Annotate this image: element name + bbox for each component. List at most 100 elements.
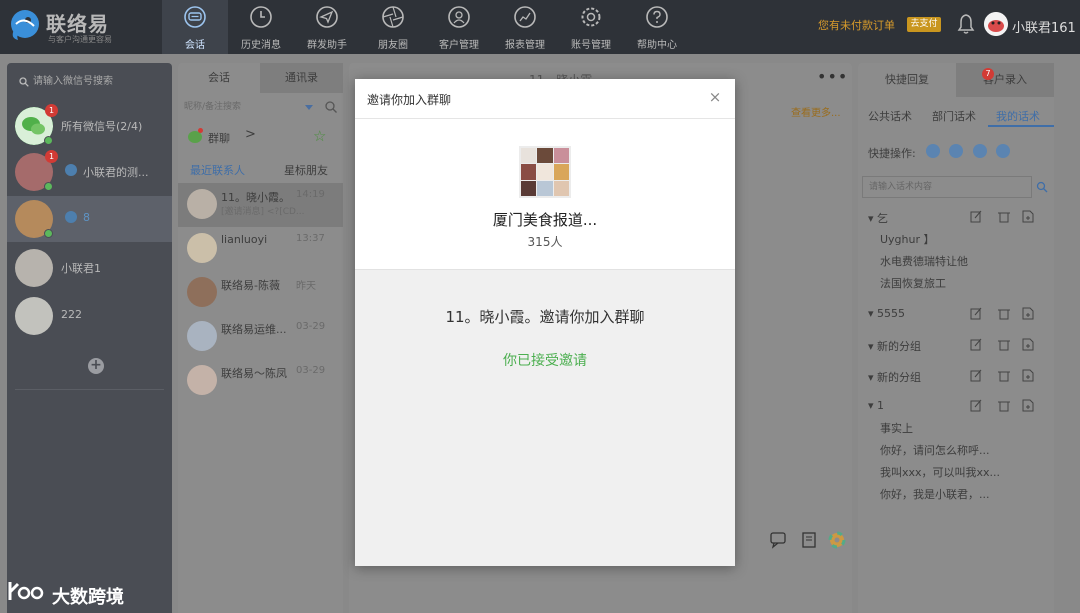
online-dot — [44, 229, 53, 238]
group-chat-label: 群聊 — [208, 132, 230, 145]
tab-contacts[interactable]: 通讯录 — [260, 63, 343, 93]
bell-icon[interactable] — [956, 13, 976, 35]
edit-icon[interactable] — [970, 210, 982, 223]
search-icon[interactable] — [1036, 181, 1048, 193]
star-icon[interactable]: ☆ — [313, 127, 326, 145]
watermark-logo-icon — [8, 582, 44, 600]
online-dot — [44, 136, 53, 145]
script-item[interactable]: 事实上 — [880, 420, 913, 436]
chat-list-item[interactable]: 联络易-陈薇 昨天 — [178, 271, 343, 315]
contact-name: 11。晓小霞。 — [221, 191, 290, 204]
conversation-search-input[interactable]: 昵称/备注搜索 — [180, 97, 320, 117]
contact-avatar — [187, 365, 217, 395]
nav-item-broadcast[interactable]: 群发助手 — [294, 0, 360, 54]
contact-avatar — [187, 277, 217, 307]
edit-note-icon[interactable] — [801, 531, 819, 549]
trash-icon[interactable] — [998, 210, 1010, 223]
script-item[interactable]: 水电费德瑞特让他 — [880, 253, 968, 269]
trash-icon[interactable] — [998, 338, 1010, 351]
nav-item-moments[interactable]: 朋友圈 — [360, 0, 426, 54]
account-label: 小联君1 — [61, 262, 101, 275]
color-wheel-icon[interactable] — [828, 531, 846, 549]
search-icon[interactable] — [324, 100, 338, 114]
chevron-right-icon: > — [245, 127, 256, 142]
account-item-222[interactable]: 222 — [7, 293, 172, 339]
script-item[interactable]: 法国恢复旅工 — [880, 275, 946, 291]
chat-list-item[interactable]: 联络易～陈凤 03-29 — [178, 359, 343, 403]
member-avatar — [537, 164, 553, 180]
add-account-button[interactable]: + — [88, 358, 104, 374]
contact-avatar — [187, 321, 217, 351]
script-group-title[interactable]: ▾ 新的分组 — [868, 338, 921, 354]
tab-department-scripts[interactable]: 部门话术 — [932, 108, 976, 124]
trash-icon[interactable] — [998, 399, 1010, 412]
user-avatar[interactable] — [984, 12, 1008, 36]
nav-item-reports[interactable]: 报表管理 — [492, 0, 558, 54]
add-icon[interactable] — [926, 144, 940, 158]
user-name[interactable]: 小联君161 — [1012, 17, 1076, 36]
nav-item-help[interactable]: 帮助中心 — [624, 0, 690, 54]
more-options-icon[interactable]: ••• — [817, 67, 848, 86]
app-logo[interactable]: 联络易 与客户沟通更容易 — [8, 6, 158, 48]
nav-item-chat[interactable]: 会话 — [162, 0, 228, 54]
member-avatar — [521, 148, 537, 164]
tab-customer-entry[interactable]: 客户录入 — [956, 63, 1054, 97]
chat-list-item[interactable]: 11。晓小霞。 14:19 [邀请消息] <?[CD... — [178, 183, 343, 227]
script-group-title[interactable]: ▾ 1 — [868, 399, 884, 412]
add-file-icon[interactable] — [1022, 210, 1034, 223]
tab-sessions[interactable]: 会话 — [178, 63, 260, 93]
chat-list-item[interactable]: lianluoyi 13:37 — [178, 227, 343, 271]
add-file-icon[interactable] — [1022, 338, 1034, 351]
trash-icon[interactable] — [998, 307, 1010, 320]
nav-label: 朋友圈 — [378, 40, 408, 51]
conversation-tabs: 会话 通讯录 — [178, 63, 343, 93]
paper-plane-icon — [316, 6, 338, 28]
script-item[interactable]: 你好，我是小联君，... — [880, 486, 990, 502]
script-item[interactable]: Uyghur 】 — [880, 231, 935, 247]
tab-recent-contacts[interactable]: 最近联系人 — [190, 162, 245, 178]
account-item-test[interactable]: 1 小联君的测... — [7, 149, 172, 195]
trash-icon[interactable] — [998, 369, 1010, 382]
script-search-input[interactable]: 请输入话术内容 — [862, 176, 1032, 198]
chat-list-item[interactable]: 联络易运维... 03-29 — [178, 315, 343, 359]
dropdown-caret-icon[interactable] — [305, 105, 313, 110]
script-item[interactable]: 你好，请问怎么称呼... — [880, 442, 990, 458]
add-file-icon[interactable] — [1022, 369, 1034, 382]
upload-icon[interactable] — [973, 144, 987, 158]
account-item-all[interactable]: 1 所有微信号(2/4) — [7, 103, 172, 149]
account-search-input[interactable]: 请输入微信号搜索 — [15, 71, 164, 93]
close-icon[interactable]: × — [707, 89, 723, 105]
edit-icon[interactable] — [970, 307, 982, 320]
edit-icon[interactable] — [970, 399, 982, 412]
unpaid-order-notice[interactable]: 您有未付款订单 — [818, 17, 895, 33]
group-chat-row[interactable]: 群聊 > ☆ — [178, 125, 343, 149]
add-file-icon[interactable] — [1022, 399, 1034, 412]
nav-item-accounts[interactable]: 账号管理 — [558, 0, 624, 54]
edit-icon[interactable] — [970, 369, 982, 382]
script-group-title[interactable]: ▾ 乞 — [868, 210, 888, 226]
tab-starred-friends[interactable]: 星标朋友 — [284, 162, 328, 178]
question-icon — [646, 6, 668, 28]
script-item[interactable]: 我叫xxx，可以叫我xx... — [880, 464, 1000, 480]
message-time: 03-29 — [296, 321, 326, 332]
add-file-icon[interactable] — [1022, 307, 1034, 320]
logo-bird-icon — [11, 10, 39, 40]
pay-button[interactable]: 去支付 — [907, 17, 941, 32]
account-item-xiaolianjun1[interactable]: 小联君1 — [7, 245, 172, 291]
account-avatar — [15, 297, 53, 335]
script-group-title[interactable]: ▾ 新的分组 — [868, 369, 921, 385]
script-group-title[interactable]: ▾ 5555 — [868, 307, 905, 320]
quick-reply-icon[interactable] — [770, 531, 788, 549]
nav-item-history[interactable]: 历史消息 — [228, 0, 294, 54]
accepted-invite-status[interactable]: 你已接受邀请 — [355, 350, 735, 370]
account-item-8[interactable]: 8 — [7, 196, 172, 242]
view-more-link[interactable]: 查看更多... — [791, 104, 841, 119]
tab-my-scripts[interactable]: 我的话术 — [996, 108, 1040, 124]
settings-icon[interactable] — [949, 144, 963, 158]
nav-item-customers[interactable]: 客户管理 — [426, 0, 492, 54]
tab-public-scripts[interactable]: 公共话术 — [868, 108, 912, 124]
tab-quick-reply[interactable]: 快捷回复 — [858, 63, 956, 97]
refresh-icon[interactable] — [996, 144, 1010, 158]
app-slogan: 与客户沟通更容易 — [48, 35, 112, 44]
edit-icon[interactable] — [970, 338, 982, 351]
